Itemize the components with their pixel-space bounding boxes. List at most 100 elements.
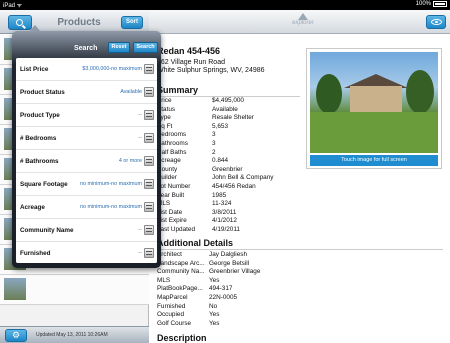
property-detail[interactable]: Redan 454-456 562 Village Run Road White… (149, 35, 450, 343)
additional-value: Greenbrier Village (209, 268, 261, 276)
edit-filter-icon[interactable] (144, 202, 154, 212)
carrier-label: iPad ᯤ (3, 3, 23, 9)
filter-row-community-name[interactable]: Community Name -- (16, 219, 157, 242)
battery-percent: 100% (415, 1, 431, 7)
summary-key: Bathrooms (157, 140, 188, 147)
summary-value: Available (212, 105, 238, 113)
filter-label: Community Name (20, 227, 74, 234)
summary-key: Bedrooms (157, 131, 187, 139)
summary-value: John Bell & Company (212, 174, 274, 182)
filter-value: $3,000,000-no maximum (82, 66, 142, 72)
edit-filter-icon[interactable] (144, 225, 154, 235)
summary-key: Status (157, 105, 176, 113)
edit-filter-icon[interactable] (144, 248, 154, 258)
additional-key: Furnished (157, 302, 186, 310)
filter-value: -- (138, 112, 142, 118)
summary-value: 4/1/2012 (212, 217, 237, 225)
view-button[interactable] (426, 15, 446, 29)
additional-value: 494-317 (209, 285, 233, 293)
filter-label: List Price (20, 66, 49, 73)
additional-key: MapParcel (157, 294, 188, 301)
products-toolbar: ⚙ Updated May 13, 2011 10:26AM (0, 326, 149, 343)
edit-filter-icon[interactable] (144, 133, 154, 143)
additional-value: George Betsill (209, 259, 250, 267)
settings-button[interactable]: ⚙ (5, 329, 27, 342)
lawn-shape (310, 112, 438, 153)
edit-filter-icon[interactable] (144, 87, 154, 97)
filter-label: Square Footage (20, 181, 68, 188)
filter-row-furnished[interactable]: Furnished -- (16, 242, 157, 263)
filter-row-square-footage[interactable]: Square Footage no minimum-no maximum (16, 173, 157, 196)
summary-value: Resale Shelter (212, 114, 254, 122)
summary-key: Type (157, 114, 171, 122)
additional-key: Golf Course (157, 319, 192, 327)
additional-value: Yes (209, 311, 220, 319)
additional-key: PlatBookPage... (157, 285, 203, 293)
house-logo-icon (298, 13, 308, 20)
summary-key: Price (157, 97, 172, 104)
edit-filter-icon[interactable] (144, 64, 154, 74)
filter-value: no minimum-no maximum (79, 204, 142, 210)
summary-value: 3 (212, 140, 216, 147)
products-title: Products (57, 17, 101, 28)
list-item[interactable] (0, 275, 149, 305)
summary-value: 0.844 (212, 157, 228, 165)
reset-button[interactable]: Reset (108, 42, 130, 53)
summary-value: 3/8/2011 (212, 208, 237, 216)
run-search-button[interactable]: Search (133, 42, 158, 53)
summary-key: List Date (157, 208, 183, 216)
additional-details-heading: Additional Details (157, 238, 234, 248)
summary-key: Sq Ft (157, 122, 173, 130)
filter-label: Product Status (20, 89, 65, 96)
filter-row-list-price[interactable]: List Price $3,000,000-no maximum (16, 58, 157, 81)
filter-value: -- (138, 227, 142, 233)
summary-heading: Summary (157, 85, 199, 95)
summary-value: 454/456 Redan (212, 183, 256, 190)
sort-button[interactable]: Sort (121, 16, 143, 29)
battery-status: 100% (416, 1, 447, 7)
additional-key: Architect (157, 251, 182, 258)
additional-value: 22N-0005 (209, 294, 238, 301)
summary-key: Year Built (157, 191, 185, 199)
filter-value: 4 or more (118, 158, 142, 164)
tree-shape (316, 74, 342, 114)
property-photo[interactable] (310, 52, 438, 153)
filter-value: -- (138, 135, 142, 141)
edit-filter-icon[interactable] (144, 156, 154, 166)
explorer-logo: explorer (283, 13, 323, 31)
edit-filter-icon[interactable] (144, 179, 154, 189)
summary-value: 5,653 (212, 122, 228, 130)
updated-timestamp: Updated May 13, 2011 10:26AM (36, 332, 108, 338)
address-line-1: 562 Village Run Road (157, 59, 225, 66)
summary-key: List Expire (157, 217, 187, 225)
filter-label: # Bathrooms (20, 158, 59, 165)
address-line-2: White Sulphur Springs, WV, 24986 (157, 67, 265, 74)
summary-key: County (157, 165, 178, 173)
detail-navbar: explorer (149, 10, 450, 34)
summary-key: Builder (157, 174, 177, 182)
property-photo-card[interactable]: Touch image for full screen (306, 48, 442, 169)
filter-row-product-status[interactable]: Product Status Available (16, 81, 157, 104)
filter-row-bedrooms[interactable]: # Bedrooms -- (16, 127, 157, 150)
filter-row-bathrooms[interactable]: # Bathrooms 4 or more (16, 150, 157, 173)
tree-shape (406, 70, 434, 114)
search-icon (16, 19, 23, 26)
summary-key: MLS (157, 200, 171, 208)
filter-value: no minimum-no maximum (79, 181, 142, 187)
filter-row-acreage[interactable]: Acreage no minimum-no maximum (16, 196, 157, 219)
property-title: Redan 454-456 (157, 46, 221, 56)
filter-row-product-type[interactable]: Product Type -- (16, 104, 157, 127)
popover-arrow (29, 25, 41, 32)
additional-value: Yes (209, 319, 220, 327)
summary-value: 11-324 (212, 200, 232, 208)
eye-icon (431, 19, 442, 25)
edit-filter-icon[interactable] (144, 110, 154, 120)
additional-value: Yes (209, 276, 220, 284)
additional-key: Occupied (157, 311, 184, 319)
photo-caption[interactable]: Touch image for full screen (310, 155, 438, 166)
filter-value: -- (138, 250, 142, 256)
summary-value: $4,495,000 (212, 97, 244, 104)
summary-key: Acreage (157, 157, 181, 165)
status-bar: iPad ᯤ 100% (0, 0, 450, 10)
filter-value: Available (120, 89, 142, 95)
